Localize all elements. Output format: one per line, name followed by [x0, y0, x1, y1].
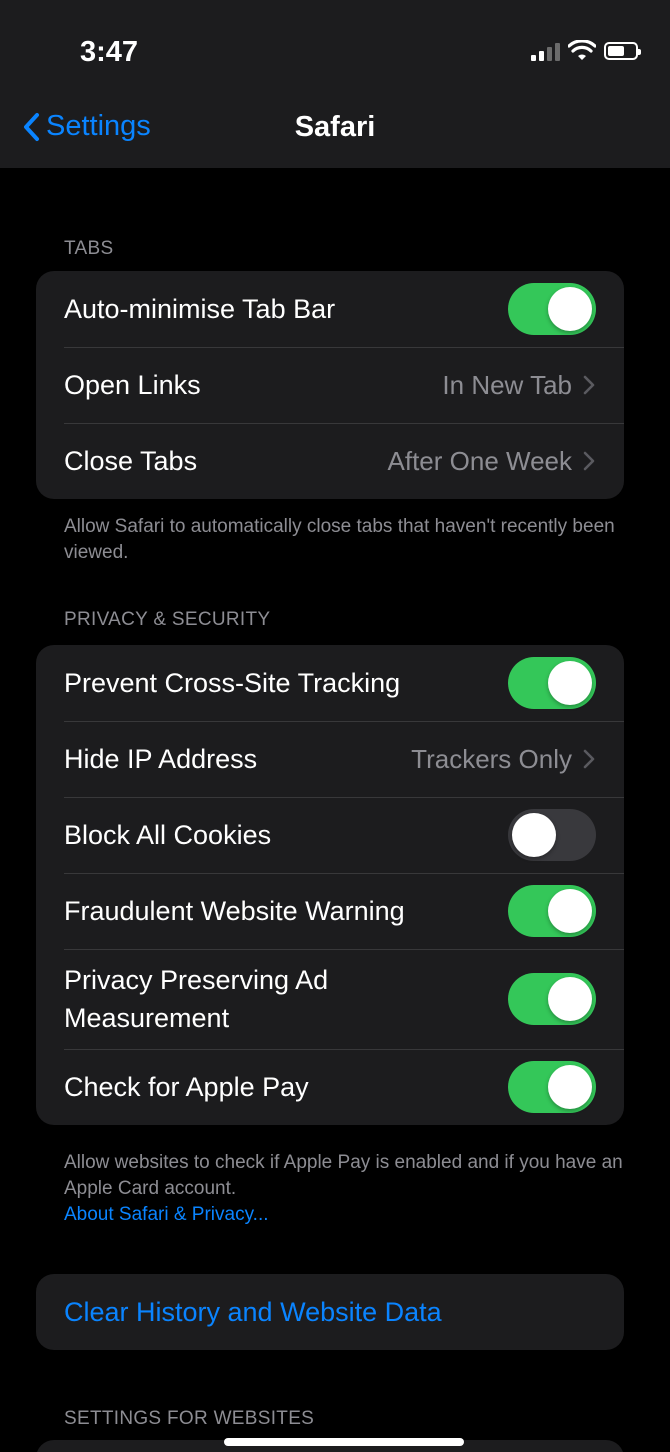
row-label-line-2: Measurement [64, 1003, 230, 1033]
row-check-for-apple-pay: Check for Apple Pay [36, 1049, 624, 1125]
row-label: Check for Apple Pay [64, 1072, 309, 1102]
row-label: Privacy Preserving Ad Measurement [64, 961, 508, 1037]
row-block-all-cookies: Block All Cookies [36, 797, 624, 873]
ad-measurement-toggle[interactable] [508, 973, 596, 1025]
tabs-footer-note: Allow Safari to automatically close tabs… [64, 516, 615, 563]
row-label: Open Links [64, 370, 201, 400]
row-value: Trackers Only [411, 743, 572, 774]
about-safari-privacy-link[interactable]: About Safari & Privacy... [64, 1204, 269, 1225]
row-fraudulent-website-warning: Fraudulent Website Warning [36, 873, 624, 949]
cellular-signal-icon [531, 41, 560, 61]
chevron-right-icon [583, 749, 595, 769]
privacy-group: Prevent Cross-Site Tracking Hide IP Addr… [36, 645, 624, 1125]
fraudulent-warning-toggle[interactable] [508, 885, 596, 937]
row-label-line-1: Privacy Preserving Ad [64, 965, 329, 995]
row-label: Hide IP Address [64, 744, 258, 774]
tabs-group: Auto-minimise Tab Bar Open Links In New … [36, 271, 624, 499]
top-bar: 3:47 Settings Safari [0, 0, 670, 168]
home-indicator[interactable] [224, 1438, 464, 1446]
row-value: After One Week [387, 445, 573, 476]
block-cookies-toggle[interactable] [508, 809, 596, 861]
chevron-right-icon [583, 451, 595, 471]
row-label: Auto-minimise Tab Bar [64, 294, 336, 324]
privacy-footer-text: Allow websites to check if Apple Pay is … [64, 1152, 623, 1199]
auto-minimise-toggle[interactable] [508, 283, 596, 335]
section-header-tabs: TABS [64, 238, 114, 259]
row-auto-minimise-tab-bar: Auto-minimise Tab Bar [36, 271, 624, 347]
apple-pay-check-toggle[interactable] [508, 1061, 596, 1113]
row-value: In New Tab [442, 369, 572, 400]
row-open-links[interactable]: Open Links In New Tab [36, 347, 624, 423]
page-title: Safari [294, 111, 376, 143]
row-label: Prevent Cross-Site Tracking [64, 668, 401, 698]
row-label: Block All Cookies [64, 820, 272, 850]
row-prevent-cross-site-tracking: Prevent Cross-Site Tracking [36, 645, 624, 721]
row-close-tabs[interactable]: Close Tabs After One Week [36, 423, 624, 499]
status-icons [531, 40, 641, 62]
battery-icon [604, 42, 641, 60]
privacy-footer-note: Allow websites to check if Apple Pay is … [64, 1150, 624, 1228]
wifi-icon [568, 40, 596, 60]
row-label: Fraudulent Website Warning [64, 896, 405, 926]
clear-history-button[interactable]: Clear History and Website Data [36, 1274, 624, 1350]
row-label: Close Tabs [64, 446, 198, 476]
cross-site-tracking-toggle[interactable] [508, 657, 596, 709]
row-hide-ip-address[interactable]: Hide IP Address Trackers Only [36, 721, 624, 797]
section-header-websites: SETTINGS FOR WEBSITES [64, 1408, 315, 1429]
section-header-privacy: PRIVACY & SECURITY [64, 609, 271, 630]
clear-history-label: Clear History and Website Data [64, 1296, 442, 1327]
status-time: 3:47 [80, 36, 139, 68]
chevron-right-icon [583, 375, 595, 395]
row-privacy-preserving-ad-measurement: Privacy Preserving Ad Measurement [36, 949, 624, 1049]
